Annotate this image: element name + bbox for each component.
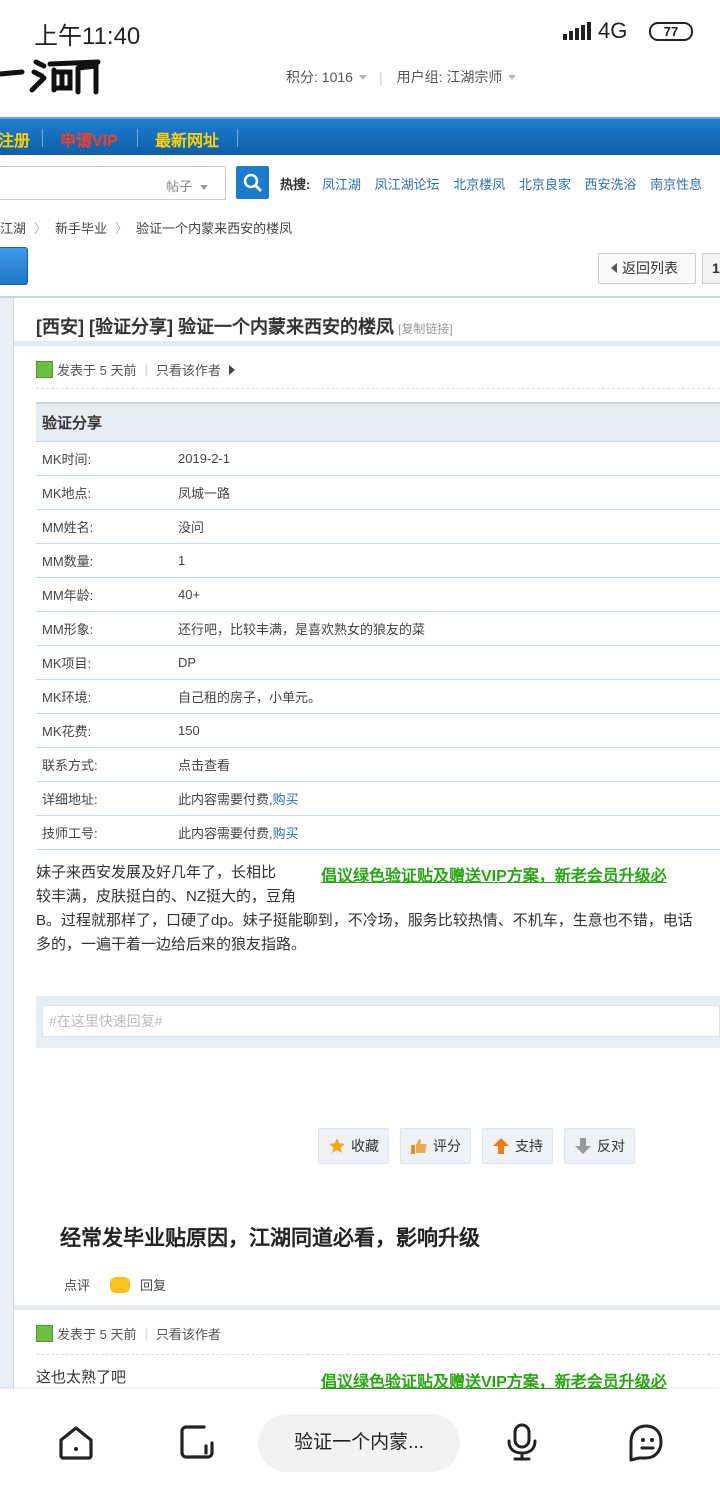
assistant-icon[interactable] (625, 1422, 667, 1464)
nav-divider (137, 129, 138, 147)
chevron-down-icon (508, 74, 517, 80)
signal-icon (563, 22, 591, 40)
post-title: [西安] [验证分享] 验证一个内蒙来西安的楼凤 [复制链接] (36, 317, 453, 337)
search-icon (243, 173, 262, 192)
contact-link[interactable]: 点击查看 (178, 747, 720, 782)
promo-link[interactable]: 倡议绿色验证贴及赠送VIP方案，新老会员升级必 (321, 862, 667, 886)
buy-link[interactable]: 购买 (273, 826, 299, 841)
hot-keyword[interactable]: 北京良家 (519, 177, 571, 192)
post-meta: 发表于 5 天前 | 只看该作者 (36, 360, 235, 379)
play-icon[interactable] (228, 364, 235, 375)
new-post-button[interactable] (0, 247, 28, 285)
comment-button[interactable]: 点评 (64, 1275, 90, 1294)
table-row: 详细地址: 此内容需要付费,购买 (36, 781, 720, 816)
arrow-down-icon (575, 1138, 591, 1154)
hot-keyword[interactable]: 西安洗浴 (585, 177, 637, 192)
chevron-down-icon (200, 185, 209, 191)
thumbs-up-icon (411, 1139, 427, 1154)
oppose-button[interactable]: 反对 (564, 1128, 635, 1164)
copy-link[interactable]: [复制链接] (398, 322, 453, 336)
breadcrumb-item[interactable]: 验证一个内蒙来西安的楼凤 (136, 221, 292, 236)
usergroup-label[interactable]: 用户组: 江湖宗师 (397, 67, 503, 87)
nav-divider (42, 129, 43, 147)
table-row: MM形象: 还行吧，比较丰满，是喜欢熟女的狼友的菜 (36, 611, 720, 646)
hot-keyword[interactable]: 南京性息 (650, 177, 702, 192)
online-status-icon (36, 361, 53, 378)
post-actions: 点评 回复 (64, 1275, 166, 1294)
table-row: MK时间: 2019-2-1 (36, 441, 720, 476)
site-logo[interactable] (0, 52, 110, 96)
reply-meta: 发表于 5 天前 | 只看该作者 (36, 1324, 221, 1343)
tabs-icon[interactable] (177, 1422, 217, 1462)
verification-table: 验证分享 MK时间: 2019-2-1 MK地点: 凤城一路 MM姓名: 没问 MM数… (36, 402, 720, 850)
main-nav: 注册 申请VIP 最新网址 (0, 117, 720, 155)
table-row: MK项目: DP (36, 645, 720, 680)
reply-text: 这也太熟了吧 (36, 1369, 127, 1386)
hot-keyword[interactable]: 凤江湖 (322, 177, 361, 192)
hot-search: 热搜: 凤江湖 凤江湖论坛 北京楼凤 北京良家 西安洗浴 南京性息 (280, 174, 712, 193)
reply-button[interactable]: 回复 (140, 1275, 166, 1294)
breadcrumb: 江湖〉新手毕业〉验证一个内蒙来西安的楼凤 (0, 221, 293, 236)
divider (14, 1305, 720, 1310)
favorite-button[interactable]: 收藏 (318, 1128, 389, 1164)
table-row: MK地点: 凤城一路 (36, 475, 720, 510)
network-type: 4G (598, 18, 628, 43)
arrow-up-icon (493, 1138, 509, 1154)
only-author-link[interactable]: 只看该作者 (156, 1324, 221, 1343)
breadcrumb-item[interactable]: 新手毕业 (55, 221, 107, 236)
table-row: MM年龄: 40+ (36, 577, 720, 612)
posted-time: 发表于 5 天前 (57, 1327, 137, 1342)
online-status-icon (36, 1325, 53, 1342)
table-row: MM数量: 1 (36, 543, 720, 578)
author-column (0, 298, 14, 1389)
home-icon[interactable] (56, 1422, 96, 1462)
only-author-link[interactable]: 只看该作者 (156, 360, 221, 379)
hot-search-label: 热搜: (280, 177, 311, 192)
page-number-button[interactable]: 1 (702, 253, 720, 284)
back-to-list-button[interactable]: 返回列表 (598, 253, 696, 284)
address-bar[interactable]: 验证一个内蒙... (258, 1414, 460, 1472)
table-header: 验证分享 (36, 402, 720, 442)
nav-apply-vip[interactable]: 申请VIP (60, 127, 118, 151)
nav-divider (237, 129, 238, 147)
rate-button[interactable]: 评分 (400, 1128, 471, 1164)
table-row: MK环境: 自己租的房子，小单元。 (36, 679, 720, 714)
search-type-select[interactable]: 帖子 (166, 176, 209, 195)
chevron-down-icon (358, 74, 367, 80)
user-info: 积分: 1016 | 用户组: 江湖宗师 (286, 67, 526, 87)
points-label[interactable]: 积分: 1016 (286, 67, 353, 87)
divider (36, 1354, 720, 1355)
hot-keyword[interactable]: 北京楼凤 (453, 177, 505, 192)
battery-icon: 77 (649, 22, 693, 41)
browser-toolbar: 验证一个内蒙... (0, 1389, 720, 1499)
divider (36, 388, 720, 389)
divider (14, 341, 720, 346)
microphone-icon[interactable] (502, 1422, 542, 1462)
caret-left-icon (611, 263, 617, 273)
star-icon (329, 1138, 345, 1153)
search-row: 帖子 热搜: 凤江湖 凤江湖论坛 北京楼凤 北京良家 西安洗浴 南京性息 (0, 164, 720, 202)
table-row: MM姓名: 没问 (36, 509, 720, 544)
divider: | (378, 69, 383, 85)
status-time: 上午11:40 (34, 23, 141, 50)
quick-reply: #在这里快速回复# (36, 996, 720, 1048)
upgrade-tip-link[interactable]: 经常发毕业贴原因，江湖同道必看，影响升级 (60, 1222, 480, 1252)
buy-link[interactable]: 购买 (273, 792, 299, 807)
table-row: MK花费: 150 (36, 713, 720, 748)
table-row: 技师工号: 此内容需要付费,购买 (36, 815, 720, 850)
table-row[interactable]: 联系方式: 点击查看 (36, 747, 720, 782)
search-button[interactable] (236, 166, 269, 199)
divider (0, 296, 720, 298)
breadcrumb-item[interactable]: 江湖 (0, 221, 26, 236)
support-button[interactable]: 支持 (482, 1128, 553, 1164)
nav-register[interactable]: 注册 (0, 127, 30, 151)
hot-keyword[interactable]: 凤江湖论坛 (375, 177, 440, 192)
reply-icon (110, 1276, 131, 1293)
search-input[interactable]: 帖子 (0, 166, 226, 200)
nav-latest-url[interactable]: 最新网址 (155, 127, 219, 151)
quick-reply-input[interactable]: #在这里快速回复# (42, 1005, 720, 1037)
posted-time: 发表于 5 天前 (57, 363, 137, 378)
